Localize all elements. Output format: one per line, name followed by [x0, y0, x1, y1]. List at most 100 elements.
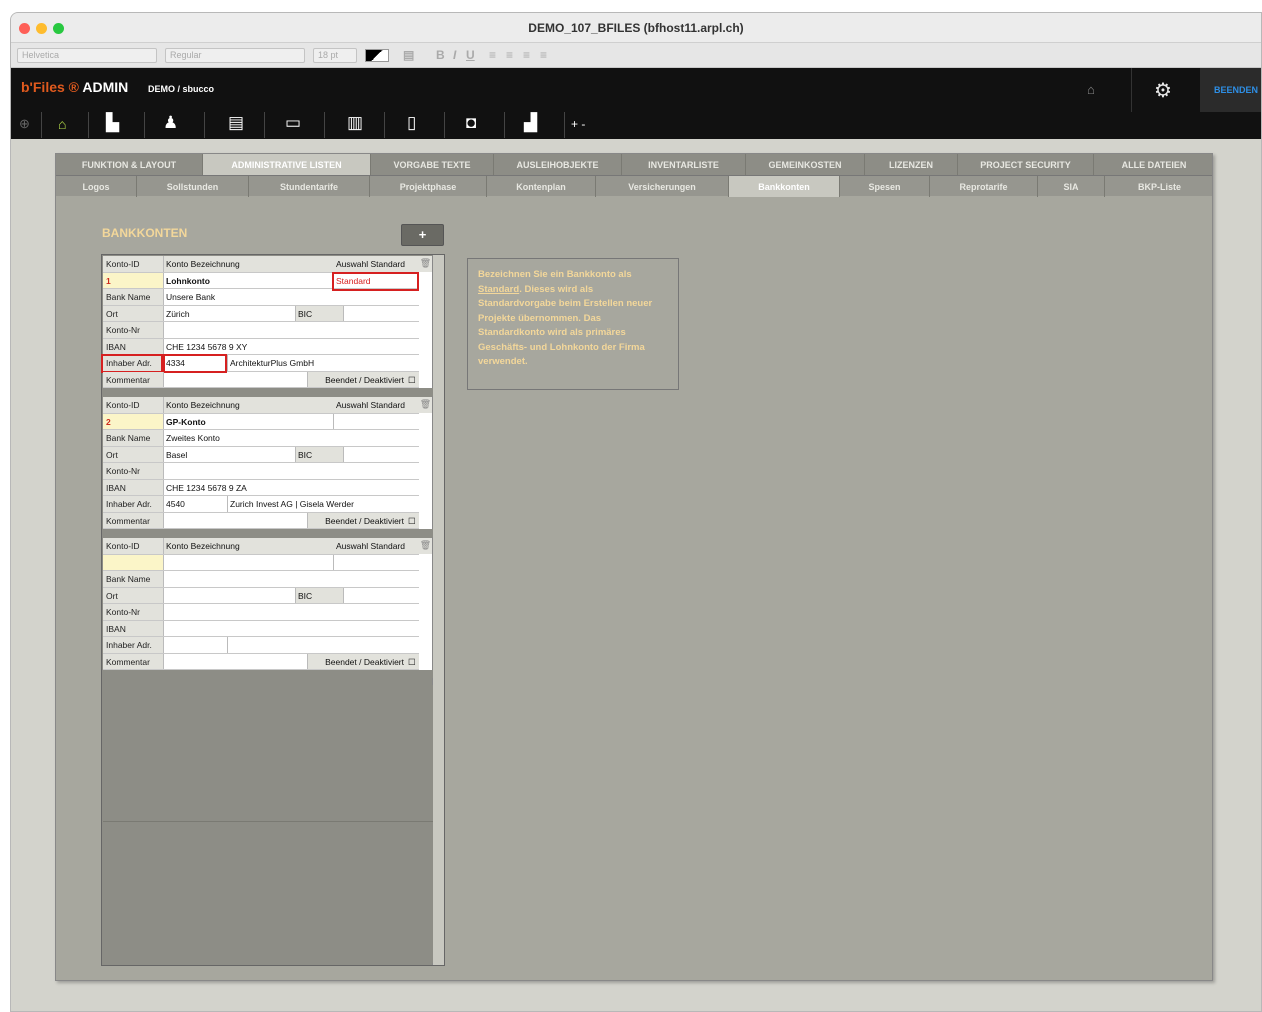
- label-kommentar: Kommentar: [103, 512, 164, 528]
- label-bic: BIC: [296, 587, 344, 603]
- tab-funktion-layout[interactable]: FUNKTION & LAYOUT: [56, 154, 203, 175]
- kommentar-field[interactable]: [164, 371, 308, 387]
- tab-gemeinkosten[interactable]: GEMEINKOSTEN: [746, 154, 865, 175]
- subtab-kontenplan[interactable]: Kontenplan: [487, 176, 596, 197]
- subtab-spesen[interactable]: Spesen: [840, 176, 930, 197]
- style-select[interactable]: Regular: [165, 48, 305, 63]
- standard-field[interactable]: [334, 414, 419, 430]
- end-button[interactable]: BEENDEN: [1200, 68, 1261, 112]
- home-icon[interactable]: ⌂: [58, 116, 66, 132]
- bold-button[interactable]: B: [436, 48, 445, 62]
- align-justify-icon[interactable]: ≡: [540, 48, 547, 62]
- konto-nr-field[interactable]: [164, 322, 419, 338]
- back-circle-icon[interactable]: ⊕: [19, 116, 30, 132]
- label-bic: BIC: [296, 446, 344, 462]
- bic-field[interactable]: [344, 588, 419, 604]
- subtab-versicherungen[interactable]: Versicherungen: [596, 176, 729, 197]
- ort-field[interactable]: [164, 587, 296, 603]
- inhaber-name-field[interactable]: ArchitekturPlus GmbH: [228, 355, 419, 371]
- list-scrollbar[interactable]: [432, 255, 444, 965]
- beendet-checkbox[interactable]: ☐: [406, 371, 419, 387]
- document-icon[interactable]: ▯: [407, 113, 416, 133]
- konto-nr-field[interactable]: [164, 604, 419, 620]
- chart-icon[interactable]: ▟: [524, 113, 537, 133]
- contact-book-icon[interactable]: ▤: [228, 113, 244, 133]
- subtab-bkp-liste[interactable]: BKP-Liste: [1105, 176, 1214, 197]
- record-separator: [102, 670, 433, 678]
- font-select[interactable]: Helvetica: [17, 48, 157, 63]
- inhaber-name-field[interactable]: [228, 637, 419, 653]
- align-left-icon[interactable]: ≡: [489, 48, 496, 62]
- bic-field[interactable]: [344, 306, 419, 322]
- ort-field[interactable]: Zürich: [164, 305, 296, 321]
- subtab-projektphase[interactable]: Projektphase: [370, 176, 487, 197]
- kommentar-row: Kommentar Beendet / Deaktiviert ☐: [103, 653, 419, 670]
- underline-button[interactable]: U: [466, 48, 475, 62]
- beendet-checkbox[interactable]: ☐: [406, 653, 419, 669]
- clipboard-icon[interactable]: ▥: [347, 113, 363, 133]
- tab-vorgabe-texte[interactable]: VORGABE TEXTE: [371, 154, 494, 175]
- kommentar-field[interactable]: [164, 512, 308, 528]
- tab-alle-dateien[interactable]: ALLE DATEIEN: [1094, 154, 1214, 175]
- bank-name-field[interactable]: Zweites Konto: [164, 430, 419, 446]
- konto-id-value: 2: [103, 413, 164, 429]
- align-center-icon[interactable]: ≡: [506, 48, 513, 62]
- tab-administrative-listen[interactable]: ADMINISTRATIVE LISTEN: [203, 154, 371, 175]
- breadcrumb: DEMO / sbucco: [148, 84, 215, 94]
- tab-inventarliste[interactable]: INVENTARLISTE: [622, 154, 746, 175]
- konto-nr-row: Konto-Nr: [103, 463, 419, 480]
- subtab-bankkonten[interactable]: Bankkonten: [729, 176, 840, 197]
- inhaber-name-field[interactable]: Zurich Invest AG | Gisela Werder: [228, 496, 419, 512]
- subtab-sollstunden[interactable]: Sollstunden: [137, 176, 249, 197]
- iban-field[interactable]: CHE 1234 5678 9 ZA: [164, 480, 419, 496]
- kommentar-field[interactable]: [164, 653, 308, 669]
- inhaber-nr-field[interactable]: [164, 637, 228, 653]
- bezeichnung-field[interactable]: Lohnkonto: [164, 272, 334, 288]
- delete-trash-icon[interactable]: 🗑: [419, 397, 432, 413]
- label-auswahl: Auswahl Standard: [334, 256, 419, 272]
- record-header-row: Konto-ID Konto Bezeichnung Auswahl Stand…: [103, 538, 419, 555]
- inhaber-nr-field[interactable]: 4540: [164, 496, 228, 512]
- label-iban: IBAN: [103, 620, 164, 636]
- label-konto-nr: Konto-Nr: [103, 604, 164, 620]
- bank-name-field[interactable]: [164, 571, 419, 587]
- color-swatch[interactable]: [365, 49, 389, 62]
- iban-row: IBAN CHE 1234 5678 9 ZA: [103, 479, 419, 496]
- header-home-icon[interactable]: ⌂: [1087, 82, 1095, 97]
- tab-lizenzen[interactable]: LIZENZEN: [865, 154, 958, 175]
- beendet-checkbox[interactable]: ☐: [406, 512, 419, 528]
- bezeichnung-field[interactable]: [164, 554, 334, 570]
- toolbar-divider: [564, 112, 565, 138]
- subtab-sia[interactable]: SIA: [1038, 176, 1105, 197]
- standard-field[interactable]: [334, 555, 419, 571]
- delete-trash-icon[interactable]: 🗑: [419, 538, 432, 554]
- bezeichnung-field[interactable]: GP-Konto: [164, 413, 334, 429]
- toolbar-divider: [504, 112, 505, 138]
- format-icon[interactable]: ▤: [403, 48, 414, 62]
- iban-field[interactable]: [164, 621, 419, 637]
- subtab-reprotarife[interactable]: Reprotarife: [930, 176, 1038, 197]
- bank-name-field[interactable]: Unsere Bank: [164, 289, 419, 305]
- subtab-stundentarife[interactable]: Stundentarife: [249, 176, 370, 197]
- inhaber-row: Inhaber Adr. 4334 ArchitekturPlus GmbH: [101, 354, 419, 373]
- bic-field[interactable]: [344, 447, 419, 463]
- align-right-icon[interactable]: ≡: [523, 48, 530, 62]
- konto-nr-field[interactable]: [164, 463, 419, 479]
- building-icon[interactable]: ▙: [106, 113, 119, 133]
- people-icon[interactable]: ♟: [163, 113, 178, 133]
- bag-icon[interactable]: ◘: [466, 113, 476, 133]
- tab-project-security[interactable]: PROJECT SECURITY: [958, 154, 1094, 175]
- delete-trash-icon[interactable]: 🗑: [419, 256, 432, 272]
- size-select[interactable]: 18 pt: [313, 48, 357, 63]
- plus-minus-icon[interactable]: + -: [571, 117, 585, 131]
- subtab-logos[interactable]: Logos: [56, 176, 137, 197]
- iban-field[interactable]: CHE 1234 5678 9 XY: [164, 339, 419, 355]
- ort-field[interactable]: Basel: [164, 446, 296, 462]
- record-separator: [102, 388, 433, 396]
- card-icon[interactable]: ▭: [285, 113, 301, 133]
- toolbar-divider: [88, 112, 89, 138]
- settings-gear-icon[interactable]: ⚙: [1154, 78, 1172, 103]
- italic-button[interactable]: I: [453, 48, 456, 62]
- add-bankkonto-button[interactable]: +: [401, 224, 444, 246]
- tab-ausleihobjekte[interactable]: AUSLEIHOBJEKTE: [494, 154, 622, 175]
